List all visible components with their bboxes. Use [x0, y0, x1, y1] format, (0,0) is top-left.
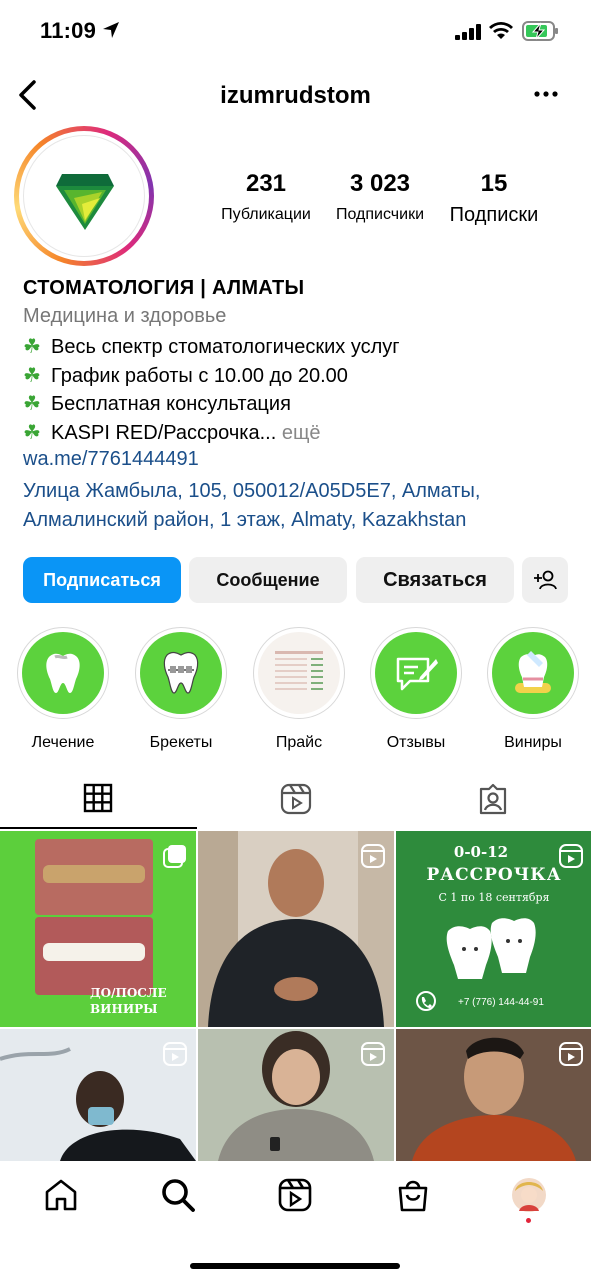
shamrock-icon: ☘ [23, 393, 41, 415]
price-list-icon [275, 651, 323, 690]
reels-badge-icon [559, 1042, 583, 1066]
highlight-label: Брекеты [149, 734, 213, 751]
wifi-icon [489, 22, 513, 39]
post-thumbnail[interactable]: ДО/ПОСЛЕ ВИНИРЫ [0, 831, 196, 1027]
profile-category: Медицина и здоровье [23, 305, 227, 327]
profile-avatar-nav-icon[interactable] [511, 1177, 547, 1213]
tooth-icon [46, 653, 80, 693]
notification-dot [526, 1218, 531, 1223]
profile-username: izumrudstom [220, 82, 371, 109]
cellular-signal-icon [455, 24, 481, 40]
post-thumbnail[interactable] [198, 1029, 394, 1161]
highlight-price[interactable]: Прайс [249, 627, 349, 752]
reels-badge-icon [361, 1042, 385, 1066]
reels-badge-icon [559, 844, 583, 868]
tagged-icon [479, 783, 507, 815]
profile-name: СТОМАТОЛОГИЯ | АЛМАТЫ [23, 277, 305, 299]
emerald-logo-icon [56, 174, 114, 230]
profile-header: izumrudstom [0, 70, 591, 122]
highlight-braces[interactable]: Брекеты [131, 627, 231, 752]
post-thumbnail[interactable] [198, 831, 394, 1027]
home-icon[interactable] [43, 1177, 79, 1213]
review-chat-icon [396, 657, 438, 691]
add-person-icon [534, 570, 557, 590]
status-time: 11:09 [40, 18, 97, 43]
highlight-label: Виниры [504, 734, 562, 751]
post-thumbnail[interactable] [0, 1029, 196, 1161]
search-icon[interactable] [160, 1177, 196, 1213]
braces-tooth-icon [163, 651, 199, 694]
highlight-label: Лечение [31, 734, 95, 751]
reels-badge-icon [163, 1042, 187, 1066]
posts-label: Публикации [221, 206, 311, 223]
posts-stat[interactable]: 231 Публикации [212, 170, 320, 224]
shamrock-icon: ☘ [23, 364, 41, 387]
bio-website-link[interactable]: wa.me/7761444491 [23, 448, 583, 477]
location-arrow-icon [103, 22, 119, 38]
message-button[interactable]: Сообщение [189, 557, 347, 603]
following-stat[interactable]: 15 Подписки [440, 170, 548, 227]
active-tab-indicator [0, 827, 197, 829]
battery-charging-icon [522, 21, 558, 41]
grid-icon [83, 783, 113, 813]
bio-line: ☘ График работы с 10.00 до 20.00 [23, 364, 348, 387]
post-thumbnail[interactable] [396, 1029, 591, 1161]
highlight-label: Прайс [275, 734, 323, 751]
post-caption: ДО/ПОСЛЕ ВИНИРЫ [90, 986, 167, 1016]
followers-stat[interactable]: 3 023 Подписчики [326, 170, 434, 224]
tab-posts-grid[interactable] [0, 773, 197, 829]
highlight-veneers[interactable]: Виниры [483, 627, 583, 752]
more-options-icon[interactable] [533, 84, 559, 104]
bottom-navigation [0, 1161, 591, 1280]
shop-bag-icon[interactable] [395, 1177, 431, 1213]
highlight-reviews[interactable]: Отзывы [366, 627, 466, 752]
bio-line: ☘ Весь спектр стоматологических услуг [23, 336, 400, 358]
following-label: Подписки [449, 204, 539, 226]
carousel-icon [163, 845, 186, 868]
profile-bio: СТОМАТОЛОГИЯ | АЛМАТЫ Медицина и здоровь… [23, 277, 583, 534]
highlight-label: Отзывы [386, 734, 446, 751]
tab-reels[interactable] [197, 773, 394, 829]
bio-line: ☘ KASPI RED/Рассрочка... ещё [23, 421, 321, 444]
post-phone: +7 (776) 144-44-91 [458, 997, 544, 1008]
status-bar: 11:09 [0, 0, 591, 64]
bio-address-link[interactable]: Улица Жамбыла, 105, 050012/A05D5E7, Алма… [23, 477, 583, 534]
following-count: 15 [480, 170, 508, 197]
reels-nav-icon[interactable] [277, 1177, 313, 1213]
post-thumbnail[interactable]: 0-0-12 РАССРОЧКА С 1 по 18 сентября +7 (… [396, 831, 591, 1027]
after-photo [35, 917, 153, 995]
profile-tabs [0, 773, 591, 829]
reels-badge-icon [361, 844, 385, 868]
bio-line: ☘ Бесплатная консультация [23, 393, 291, 415]
home-indicator [190, 1263, 400, 1269]
story-avatar-ring[interactable] [14, 126, 154, 266]
suggest-people-button[interactable] [522, 557, 568, 603]
tab-tagged[interactable] [394, 773, 591, 829]
followers-count: 3 023 [349, 170, 411, 197]
before-photo [35, 839, 153, 915]
reels-icon [280, 783, 312, 815]
posts-grid: ДО/ПОСЛЕ ВИНИРЫ 0-0-12 РАССРОЧКА С 1 по … [0, 831, 591, 1161]
profile-avatar [23, 135, 145, 257]
shamrock-icon: ☘ [23, 421, 41, 444]
bio-more-link[interactable]: ещё [276, 422, 321, 444]
posts-count: 231 [245, 170, 287, 197]
followers-label: Подписчики [335, 206, 424, 223]
veneer-tooth-icon [515, 651, 551, 693]
shamrock-icon: ☘ [23, 336, 41, 358]
follow-button[interactable]: Подписаться [23, 557, 181, 603]
highlight-treatment[interactable]: Лечение [13, 627, 113, 752]
contact-button[interactable]: Связаться [356, 557, 514, 603]
